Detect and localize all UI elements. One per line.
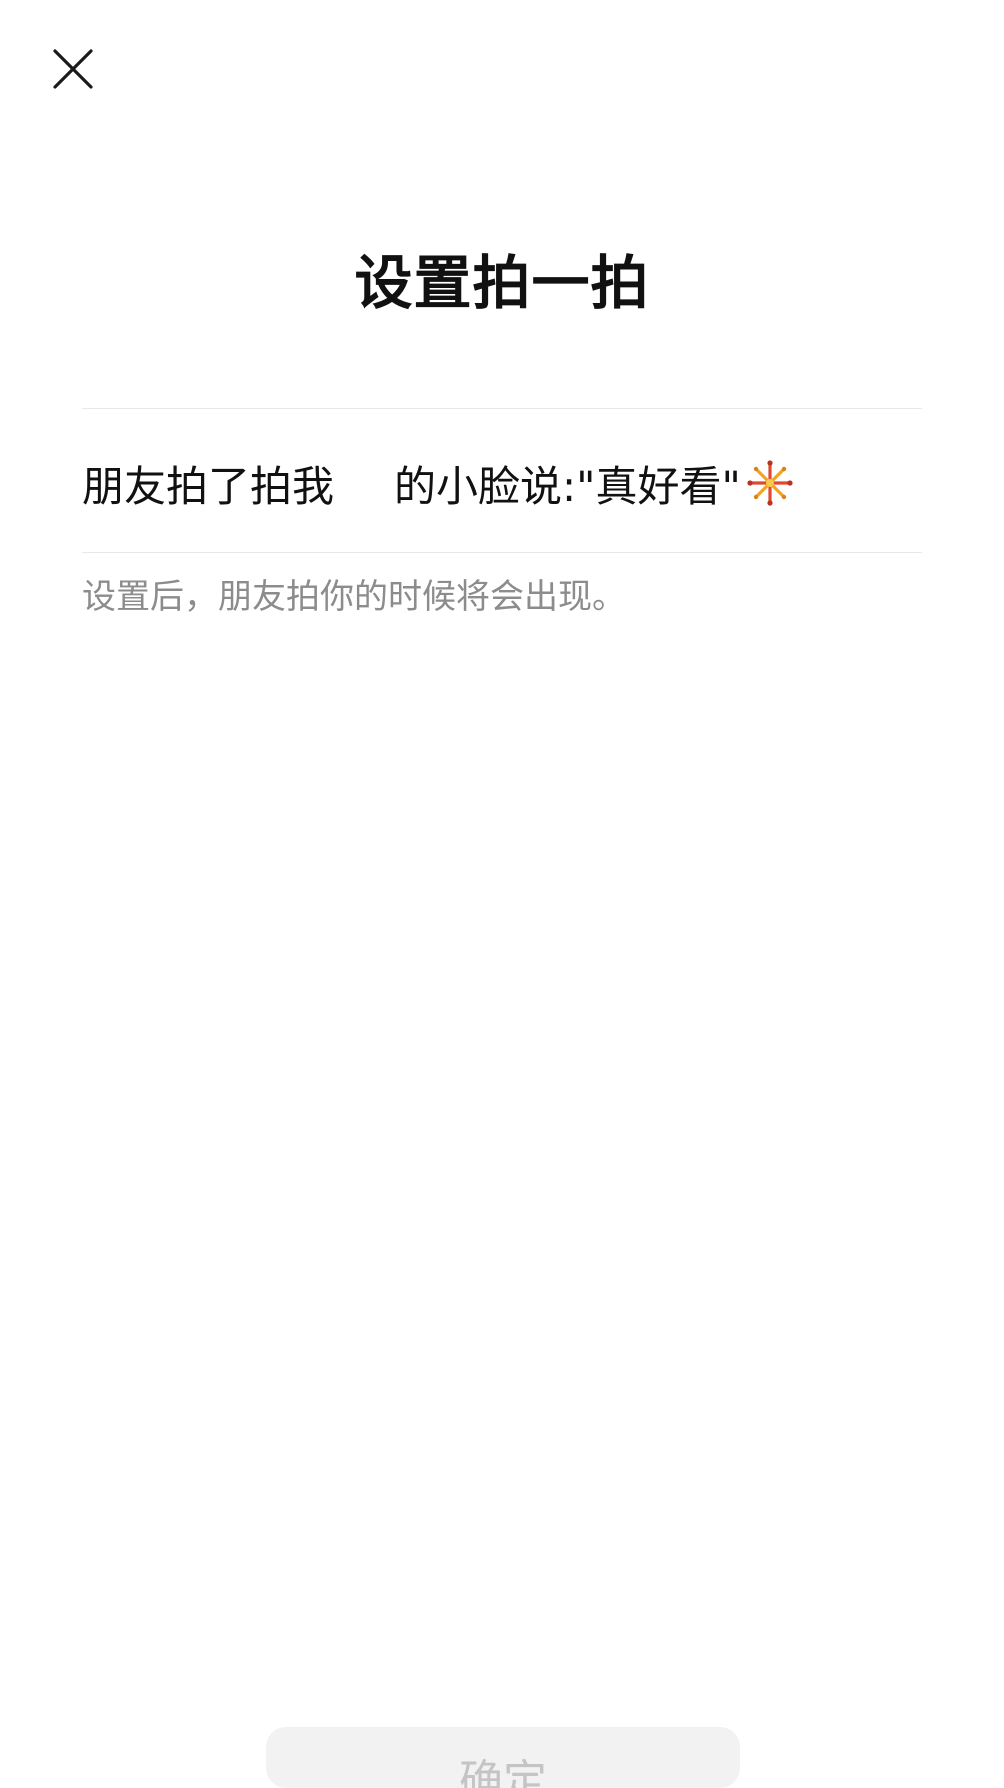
- close-button[interactable]: [38, 34, 108, 104]
- divider-bottom: [82, 552, 922, 553]
- close-icon: [49, 45, 97, 93]
- page-title: 设置拍一拍: [354, 249, 650, 317]
- confirm-button-label: 确定: [459, 1756, 547, 1788]
- pat-prefix-text: 朋友拍了拍我: [82, 461, 335, 511]
- pat-suffix-text[interactable]: 的小脸说:"真好看": [394, 453, 741, 514]
- confirm-button[interactable]: 确定: [266, 1727, 740, 1788]
- divider-top: [82, 408, 922, 409]
- hint-text: 设置后，朋友拍你的时候将会出现。: [82, 577, 626, 617]
- pat-text-field[interactable]: 朋友拍了拍我 的小脸说:"真好看": [82, 445, 922, 521]
- fireworks-icon: [745, 458, 795, 508]
